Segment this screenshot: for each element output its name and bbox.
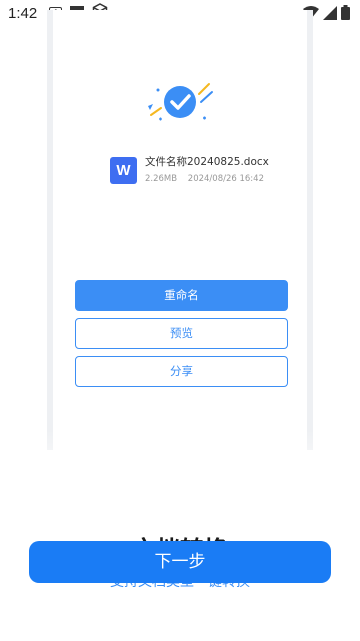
file-info: W 文件名称20240825.docx 2.26MB 2024/08/26 16… [110, 155, 269, 186]
word-file-icon: W [110, 157, 137, 184]
rename-button[interactable]: 重命名 [75, 280, 288, 311]
mockup-fade [0, 430, 360, 490]
next-step-button[interactable]: 下一步 [29, 541, 331, 583]
status-time: 1:42 [8, 4, 38, 22]
file-size: 2.26MB [145, 174, 178, 184]
file-date: 2024/08/26 16:42 [187, 174, 264, 184]
share-button[interactable]: 分享 [75, 356, 288, 387]
file-name: 文件名称20240825.docx [145, 156, 269, 168]
preview-button[interactable]: 预览 [75, 318, 288, 349]
file-meta: 2.26MB 2024/08/26 16:42 [145, 173, 269, 186]
battery-icon [341, 5, 350, 24]
success-check-icon [145, 82, 215, 132]
cellular-signal-icon [323, 5, 337, 24]
